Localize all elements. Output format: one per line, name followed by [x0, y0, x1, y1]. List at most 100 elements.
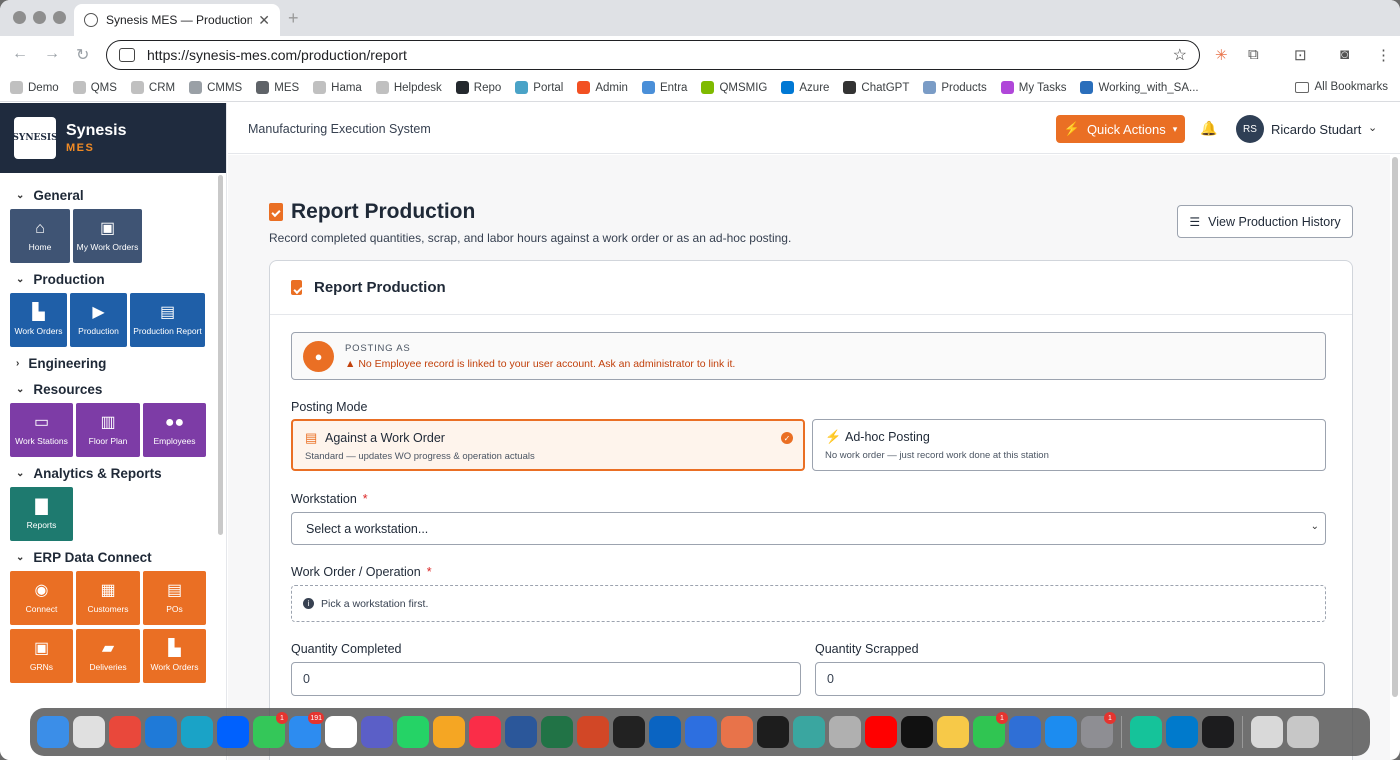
- bookmark-item[interactable]: ChatGPT: [843, 81, 909, 94]
- address-bar[interactable]: https://synesis-mes.com/production/repor…: [106, 40, 1200, 70]
- sidebar-section-header[interactable]: › Engineering: [16, 353, 226, 373]
- main-scrollbar[interactable]: [1392, 157, 1398, 697]
- sidebar-section-header[interactable]: ⌄ Resources: [16, 379, 226, 399]
- sidebar-tile[interactable]: ▰ Deliveries: [76, 629, 140, 683]
- dock-messages-icon[interactable]: 1: [253, 712, 288, 748]
- quick-actions-button[interactable]: ⚡ Quick Actions ▾: [1056, 115, 1185, 143]
- user-menu-chevron-icon[interactable]: ⌄: [1368, 121, 1377, 134]
- dock-terminal-icon[interactable]: [613, 716, 645, 748]
- quantity-scrapped-input[interactable]: 0: [815, 662, 1325, 696]
- close-tab-icon[interactable]: ✕: [258, 12, 270, 29]
- user-avatar[interactable]: RS: [1236, 115, 1264, 143]
- mode-ad-hoc-posting[interactable]: ⚡ Ad-hoc Posting No work order — just re…: [812, 419, 1326, 471]
- sidebar-tile[interactable]: ▣ My Work Orders: [73, 209, 142, 263]
- profile-icon[interactable]: ◙: [1340, 46, 1349, 63]
- dock-teams-icon[interactable]: [361, 716, 393, 748]
- sidebar-section-header[interactable]: ⌄ Analytics & Reports: [16, 463, 226, 483]
- dock-stocks-icon[interactable]: [1202, 716, 1234, 748]
- bookmark-item[interactable]: Demo: [10, 81, 59, 94]
- bookmark-item[interactable]: Products: [923, 81, 987, 94]
- reload-icon[interactable]: ↻: [76, 45, 89, 65]
- site-settings-icon[interactable]: [119, 48, 135, 62]
- bookmark-item[interactable]: Helpdesk: [375, 81, 442, 94]
- dock-app-store-icon[interactable]: [1045, 716, 1077, 748]
- dock-scripts-icon[interactable]: [685, 716, 717, 748]
- dock-system-settings-icon[interactable]: 1: [1081, 712, 1116, 748]
- sidebar-tile[interactable]: ▣ GRNs: [10, 629, 73, 683]
- workstation-select[interactable]: Select a workstation... ⌄: [291, 512, 1326, 545]
- dock-contacts-icon[interactable]: [829, 716, 861, 748]
- dock-mail-icon[interactable]: 191: [289, 712, 324, 748]
- browser-tab[interactable]: Synesis MES — Production Tr ✕: [74, 4, 280, 36]
- new-tab-icon[interactable]: +: [288, 8, 299, 29]
- sidebar-tile[interactable]: ▶ Production: [70, 293, 127, 347]
- sidebar-tile[interactable]: ▭ Work Stations: [10, 403, 73, 457]
- notifications-bell-icon[interactable]: 🔔: [1200, 120, 1217, 137]
- dock-grammarly-icon[interactable]: [1130, 716, 1162, 748]
- dock-powerpoint-icon[interactable]: [577, 716, 609, 748]
- dock-dropbox-icon[interactable]: [217, 716, 249, 748]
- sidebar-section-header[interactable]: ⌄ General: [16, 185, 226, 205]
- sidebar-tile[interactable]: ▙ Work Orders: [10, 293, 67, 347]
- dock-outlook-icon[interactable]: [649, 716, 681, 748]
- dock-activity-monitor-icon[interactable]: [757, 716, 789, 748]
- dock-facetime-icon[interactable]: 1: [973, 712, 1008, 748]
- tab-search-icon[interactable]: ⊡: [1294, 46, 1307, 64]
- bookmark-item[interactable]: CRM: [130, 81, 175, 94]
- dock-downloads-icon[interactable]: [1251, 716, 1283, 748]
- sidebar-tile[interactable]: ◉ Connect: [10, 571, 73, 625]
- bookmark-item[interactable]: My Tasks: [1000, 81, 1066, 94]
- dock-chrome-icon[interactable]: [109, 716, 141, 748]
- quantity-completed-input[interactable]: 0: [291, 662, 801, 696]
- sidebar-tile[interactable]: ▤ POs: [143, 571, 206, 625]
- bookmark-item[interactable]: Hama: [313, 81, 362, 94]
- dock-word-icon[interactable]: [505, 716, 537, 748]
- close-window-button[interactable]: [13, 11, 26, 24]
- extensions-icon[interactable]: ⧉: [1248, 46, 1259, 63]
- browser-menu-icon[interactable]: ⋮: [1376, 46, 1391, 64]
- dock-windows-app-icon[interactable]: [145, 716, 177, 748]
- dock-photos-icon[interactable]: [433, 716, 465, 748]
- user-name[interactable]: Ricardo Studart: [1271, 122, 1361, 137]
- sidebar-tile[interactable]: ▇ Reports: [10, 487, 73, 541]
- bookmark-item[interactable]: QMS: [72, 81, 117, 94]
- claude-extension-icon[interactable]: ✳: [1215, 46, 1228, 64]
- sidebar-tile[interactable]: ▤ Production Report: [130, 293, 205, 347]
- bookmark-item[interactable]: CMMS: [189, 81, 242, 94]
- bookmark-item[interactable]: Azure: [781, 81, 829, 94]
- sidebar-section-header[interactable]: ⌄ Production: [16, 269, 226, 289]
- bookmark-item[interactable]: Entra: [641, 81, 687, 94]
- dock-launchpad-icon[interactable]: [73, 716, 105, 748]
- dock-time-machine-icon[interactable]: [793, 716, 825, 748]
- dock-excel-icon[interactable]: [541, 716, 573, 748]
- brand-header[interactable]: SYNESIS Synesis MES: [0, 103, 226, 173]
- dock-edge-icon[interactable]: [181, 716, 213, 748]
- mode-against-work-order[interactable]: ▤ Against a Work Order Standard — update…: [291, 419, 805, 471]
- dock-music-icon[interactable]: [469, 716, 501, 748]
- sidebar-section-header[interactable]: ⌄ ERP Data Connect: [16, 547, 226, 567]
- bookmark-item[interactable]: Working_with_SA...: [1080, 81, 1199, 94]
- dock-finder-icon[interactable]: [37, 716, 69, 748]
- bookmark-star-icon[interactable]: ☆: [1173, 45, 1187, 65]
- dock-youtube-icon[interactable]: [865, 716, 897, 748]
- dock-claude-icon[interactable]: [721, 716, 753, 748]
- sidebar-tile[interactable]: ⌂ Home: [10, 209, 70, 263]
- bookmark-item[interactable]: MES: [256, 81, 299, 94]
- dock-trash-icon[interactable]: [1287, 716, 1319, 748]
- back-icon[interactable]: ←: [12, 45, 28, 63]
- sidebar-tile[interactable]: ▦ Customers: [76, 571, 140, 625]
- dock-vscode-icon[interactable]: [1166, 716, 1198, 748]
- dock-whatsapp-icon[interactable]: [397, 716, 429, 748]
- dock-preview-icon[interactable]: [937, 716, 969, 748]
- dock-apple-tv-icon[interactable]: [901, 716, 933, 748]
- bookmark-item[interactable]: Portal: [515, 81, 563, 94]
- forward-icon[interactable]: →: [44, 45, 60, 63]
- sidebar-tile[interactable]: ●● Employees: [143, 403, 206, 457]
- bookmark-item[interactable]: QMSMIG: [701, 81, 767, 94]
- bookmark-item[interactable]: Admin: [577, 81, 628, 94]
- dock-calendar-icon[interactable]: [325, 716, 357, 748]
- maximize-window-button[interactable]: [53, 11, 66, 24]
- view-production-history-button[interactable]: ☰ View Production History: [1177, 205, 1353, 238]
- sidebar-tile[interactable]: ▙ Work Orders: [143, 629, 206, 683]
- sidebar-tile[interactable]: ▥ Floor Plan: [76, 403, 140, 457]
